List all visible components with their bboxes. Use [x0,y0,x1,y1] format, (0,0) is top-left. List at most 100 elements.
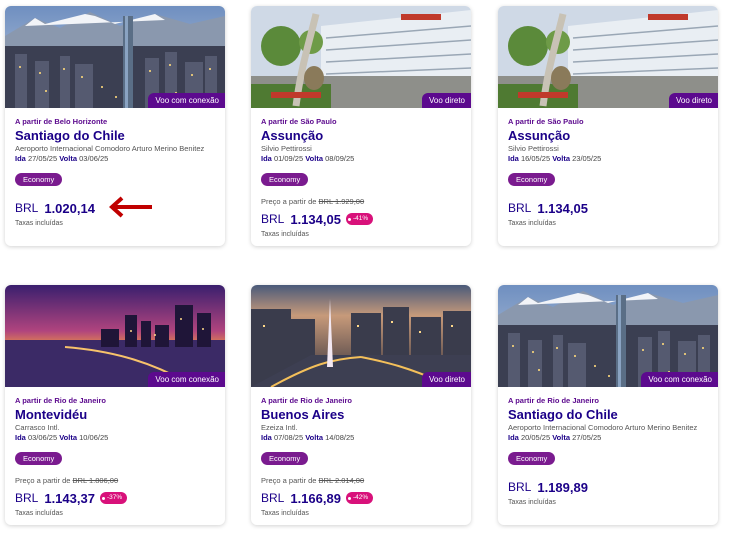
destination-card[interactable]: Voo direto A partir de Rio de Janeiro Bu… [251,285,471,525]
volta-label: Volta [552,154,571,163]
trip-dates: Ida 16/05/25 Volta 23/05/25 [508,154,708,164]
price-amount: 1.134,05 [290,211,341,227]
volta-date: 03/06/25 [79,154,109,163]
airport-name: Ezeiza Intl. [261,423,298,432]
trip-dates: Ida 03/06/25 Volta 10/06/25 [15,433,215,443]
price-amount: 1.134,05 [537,200,588,216]
currency-label: BRL [261,212,285,226]
fare-class-badge: Economy [508,173,556,186]
price-amount: 1.020,14 [44,200,95,216]
destination-photo[interactable]: Voo direto [251,285,471,387]
airport-name: Silvio Pettirossi [508,144,559,153]
airport-name: Carrasco Intl. [15,423,60,432]
trip-dates: Ida 01/09/25 Volta 08/09/25 [261,154,461,164]
destination-photo[interactable]: Voo direto [251,6,471,108]
origin-label: A partir de São Paulo [261,117,337,126]
ida-label: Ida [261,154,272,163]
from-price-label: Preço a partir de [261,476,317,485]
destination-card[interactable]: Voo com conexão A partir de Rio de Janei… [498,285,718,525]
origin-label: A partir de Rio de Janeiro [508,396,599,405]
red-arrow-icon [109,196,152,218]
fare-class-badge: Economy [261,173,309,186]
volta-label: Volta [552,433,571,442]
origin-label: A partir de Rio de Janeiro [15,396,106,405]
destination-title[interactable]: Santiago do Chile [508,407,708,423]
ida-label: Ida [261,433,272,442]
ida-date: 20/05/25 [520,433,551,442]
destination-photo[interactable]: Voo com conexão [5,6,225,108]
price-amount: 1.166,89 [290,490,341,506]
fare-class-badge: Economy [15,452,63,465]
old-price: BRL 2.014,00 [318,476,365,485]
volta-label: Volta [59,433,78,442]
destination-title[interactable]: Buenos Aires [261,407,461,423]
destination-card[interactable]: Voo com conexão A partir de Rio de Janei… [5,285,225,525]
airport-name: Silvio Pettirossi [261,144,312,153]
ida-label: Ida [15,433,26,442]
from-price-label: Preço a partir de [15,476,71,485]
taxes-note: Taxas incluídas [508,499,556,506]
flight-type-badge: Voo direto [668,93,718,108]
taxes-note: Taxas incluídas [15,220,63,227]
currency-label: BRL [261,491,285,505]
taxes-note: Taxas incluídas [508,220,556,227]
from-price-line: Preço a partir de BRL 2.014,00 [261,476,461,486]
fare-class-badge: Economy [15,173,63,186]
old-price: BRL 1.929,00 [318,197,365,206]
destination-photo[interactable]: Voo com conexão [5,285,225,387]
destination-photo[interactable]: Voo com conexão [498,285,718,387]
price-row: BRL 1.143,37 -37% [15,489,215,507]
origin-label: A partir de São Paulo [508,117,584,126]
currency-label: BRL [15,491,39,505]
trip-dates: Ida 27/05/25 Volta 03/06/25 [15,154,215,164]
discount-badge: -37% [99,492,128,504]
origin-label: A partir de Belo Horizonte [15,117,108,126]
trip-dates: Ida 20/05/25 Volta 27/05/25 [508,433,708,443]
taxes-note: Taxas incluídas [15,510,63,517]
destination-card[interactable]: Voo direto A partir de São Paulo Assunçã… [251,6,471,246]
volta-date: 10/06/25 [79,433,109,442]
volta-label: Volta [305,154,324,163]
price-amount: 1.143,37 [44,490,95,506]
ida-date: 27/05/25 [27,154,58,163]
destination-title[interactable]: Santiago do Chile [15,128,215,144]
ida-label: Ida [15,154,26,163]
volta-date: 14/08/25 [325,433,355,442]
volta-label: Volta [305,433,324,442]
flight-type-badge: Voo direto [421,372,471,387]
volta-date: 08/09/25 [325,154,355,163]
volta-label: Volta [59,154,78,163]
from-price-line: Preço a partir de BRL 1.806,00 [15,476,215,486]
volta-date: 23/05/25 [572,154,602,163]
from-price-line: Preço a partir de BRL 1.929,00 [261,197,461,207]
from-price-label: Preço a partir de [261,197,317,206]
discount-badge: -42% [345,492,374,504]
discount-badge: -41% [345,213,374,225]
ida-label: Ida [508,154,519,163]
destination-photo[interactable]: Voo direto [498,6,718,108]
trip-dates: Ida 07/08/25 Volta 14/08/25 [261,433,461,443]
currency-label: BRL [508,201,532,215]
destination-title[interactable]: Assunção [508,128,708,144]
price-row: BRL 1.134,05 [508,199,708,217]
taxes-note: Taxas incluídas [261,510,309,517]
ida-date: 01/09/25 [273,154,304,163]
destination-title[interactable]: Montevidéu [15,407,215,423]
destination-title[interactable]: Assunção [261,128,461,144]
destination-card[interactable]: Voo direto A partir de São Paulo Assunçã… [498,6,718,246]
taxes-note: Taxas incluídas [261,231,309,238]
flight-type-badge: Voo com conexão [148,93,225,108]
ida-date: 07/08/25 [273,433,304,442]
flight-type-badge: Voo com conexão [148,372,225,387]
flight-type-badge: Voo com conexão [641,372,718,387]
price-row: BRL 1.134,05 -41% [261,210,461,228]
fare-class-badge: Economy [508,452,556,465]
airport-name: Aeroporto Internacional Comodoro Arturo … [15,144,205,153]
flight-type-badge: Voo direto [421,93,471,108]
price-amount: 1.189,89 [537,479,588,495]
old-price: BRL 1.806,00 [72,476,119,485]
ida-date: 16/05/25 [520,154,551,163]
price-row: BRL 1.166,89 -42% [261,489,461,507]
origin-label: A partir de Rio de Janeiro [261,396,352,405]
price-row: BRL 1.189,89 [508,478,708,496]
